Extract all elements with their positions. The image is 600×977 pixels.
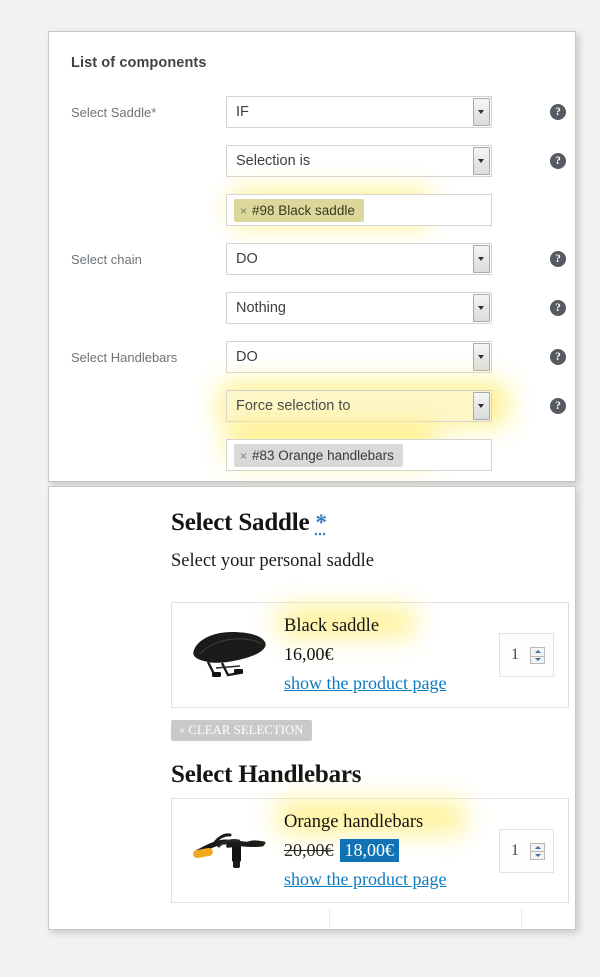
chip-saddle-selection[interactable]: × #98 Black saddle: [234, 199, 364, 222]
chip-handlebars-selection[interactable]: × #83 Orange handlebars: [234, 444, 403, 467]
storefront-preview-panel: Select Saddle * Select your personal sad…: [48, 486, 576, 930]
quantity-stepper-handlebars[interactable]: 1: [499, 829, 554, 873]
chevron-down-icon[interactable]: [473, 294, 490, 322]
chain-action-select[interactable]: Nothing: [226, 292, 492, 324]
product-card-saddle: Black saddle 16,00€ show the product pag…: [171, 602, 569, 708]
rule-row-handlebars-action: Force selection to ?: [49, 388, 575, 437]
product-old-price: 20,00€: [284, 840, 334, 860]
title-text: Select Saddle: [171, 509, 309, 536]
saddle-condition-select[interactable]: IF: [226, 96, 492, 128]
product-price: 16,00€: [284, 644, 334, 664]
black-saddle-image: [188, 624, 272, 686]
saddle-operator-select[interactable]: Selection is: [226, 145, 492, 177]
chevron-down-icon[interactable]: [473, 98, 490, 126]
quantity-value: 1: [511, 842, 519, 860]
select-value: Force selection to: [236, 397, 465, 416]
handlebars-condition-select[interactable]: DO: [226, 341, 492, 373]
panel-title: List of components: [71, 55, 207, 71]
rule-row-saddle-operator: Selection is ?: [49, 143, 575, 192]
product-price-row: 16,00€: [284, 644, 334, 665]
handlebars-action-select[interactable]: Force selection to: [226, 390, 492, 422]
row-label: Select chain: [71, 252, 226, 268]
select-value: IF: [236, 103, 465, 122]
stepper-arrows-icon[interactable]: [530, 843, 545, 860]
rule-row-saddle-condition: Select Saddle* IF ?: [49, 94, 575, 143]
component-rules-form: Select Saddle* IF ? Selection is ? × #98 …: [49, 94, 575, 486]
footer-divider: [329, 909, 330, 929]
select-value: DO: [236, 250, 465, 269]
stepper-divider: [531, 851, 544, 852]
quantity-stepper-saddle[interactable]: 1: [499, 633, 554, 677]
rule-row-handlebars-value: × #83 Orange handlebars: [49, 437, 575, 486]
help-icon[interactable]: ?: [550, 104, 566, 120]
help-icon[interactable]: ?: [550, 251, 566, 267]
product-sale-price: 18,00€: [340, 839, 400, 862]
product-page-link[interactable]: show the product page: [284, 673, 446, 694]
product-name: Black saddle: [284, 616, 379, 637]
chevron-down-icon[interactable]: [473, 343, 490, 371]
help-icon[interactable]: ?: [550, 153, 566, 169]
footer-divider: [521, 909, 522, 929]
row-label: Select Handlebars: [71, 350, 226, 366]
handlebars-value-chipbox[interactable]: × #83 Orange handlebars: [226, 439, 492, 471]
product-card-handlebars: Orange handlebars 20,00€ 18,00€ show the …: [171, 798, 569, 903]
rule-row-saddle-value: × #98 Black saddle: [49, 192, 575, 241]
clear-selection-label: CLEAR SELECTION: [188, 723, 303, 737]
select-value: Selection is: [236, 152, 465, 171]
chip-remove-icon[interactable]: ×: [240, 445, 247, 468]
row-label: Select Saddle*: [71, 105, 226, 121]
help-icon[interactable]: ?: [550, 349, 566, 365]
component-list-panel: List of components Select Saddle* IF ? S…: [48, 31, 576, 482]
chevron-down-icon[interactable]: [473, 147, 490, 175]
clear-selection-button[interactable]: ×CLEAR SELECTION: [171, 720, 312, 741]
product-page-link[interactable]: show the product page: [284, 869, 446, 890]
page-title-handlebars: Select Handlebars: [171, 761, 361, 789]
chip-label: #98 Black saddle: [252, 203, 355, 218]
required-marker-icon[interactable]: *: [315, 510, 326, 535]
chevron-down-icon[interactable]: [473, 245, 490, 273]
chip-remove-icon[interactable]: ×: [240, 200, 247, 223]
orange-handlebars-image: [188, 820, 272, 882]
chip-label: #83 Orange handlebars: [252, 448, 394, 463]
rule-row-chain-condition: Select chain DO ?: [49, 241, 575, 290]
help-icon[interactable]: ?: [550, 300, 566, 316]
storefront-content: Select Saddle * Select your personal sad…: [61, 487, 563, 929]
chevron-down-icon[interactable]: [473, 392, 490, 420]
stepper-arrows-icon[interactable]: [530, 647, 545, 664]
rule-row-chain-action: Nothing ?: [49, 290, 575, 339]
product-name: Orange handlebars: [284, 812, 423, 833]
saddle-subtitle: Select your personal saddle: [171, 551, 374, 572]
chain-condition-select[interactable]: DO: [226, 243, 492, 275]
rule-row-handlebars-condition: Select Handlebars DO ?: [49, 339, 575, 388]
stepper-divider: [531, 656, 544, 657]
help-icon[interactable]: ?: [550, 398, 566, 414]
page-title-saddle: Select Saddle *: [171, 509, 327, 537]
select-value: Nothing: [236, 299, 465, 318]
close-icon: ×: [179, 725, 185, 737]
select-value: DO: [236, 348, 465, 367]
quantity-value: 1: [511, 646, 519, 664]
saddle-value-chipbox[interactable]: × #98 Black saddle: [226, 194, 492, 226]
product-price-row: 20,00€ 18,00€: [284, 840, 399, 861]
